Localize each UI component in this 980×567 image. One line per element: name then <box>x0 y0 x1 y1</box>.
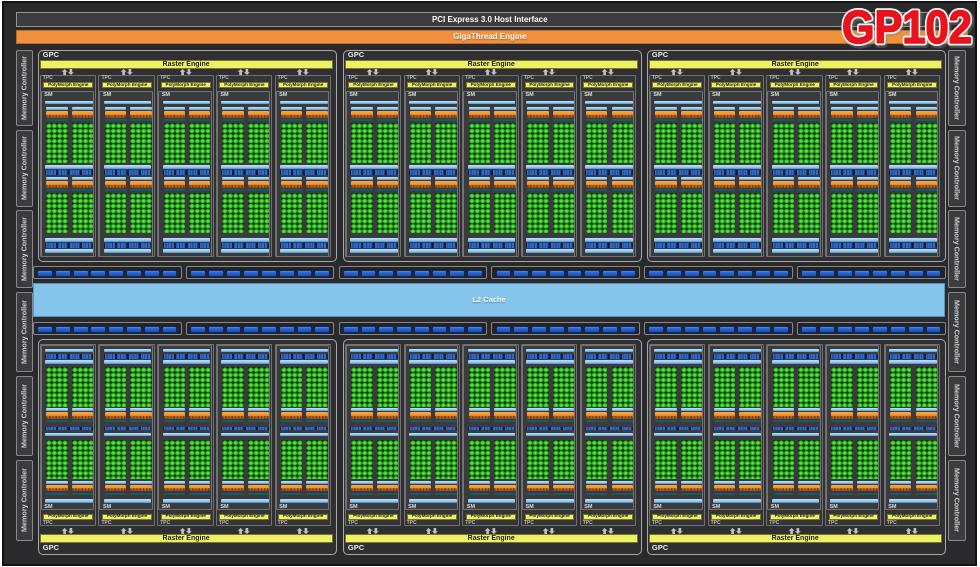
svg-text:GP102: GP102 <box>842 1 972 52</box>
